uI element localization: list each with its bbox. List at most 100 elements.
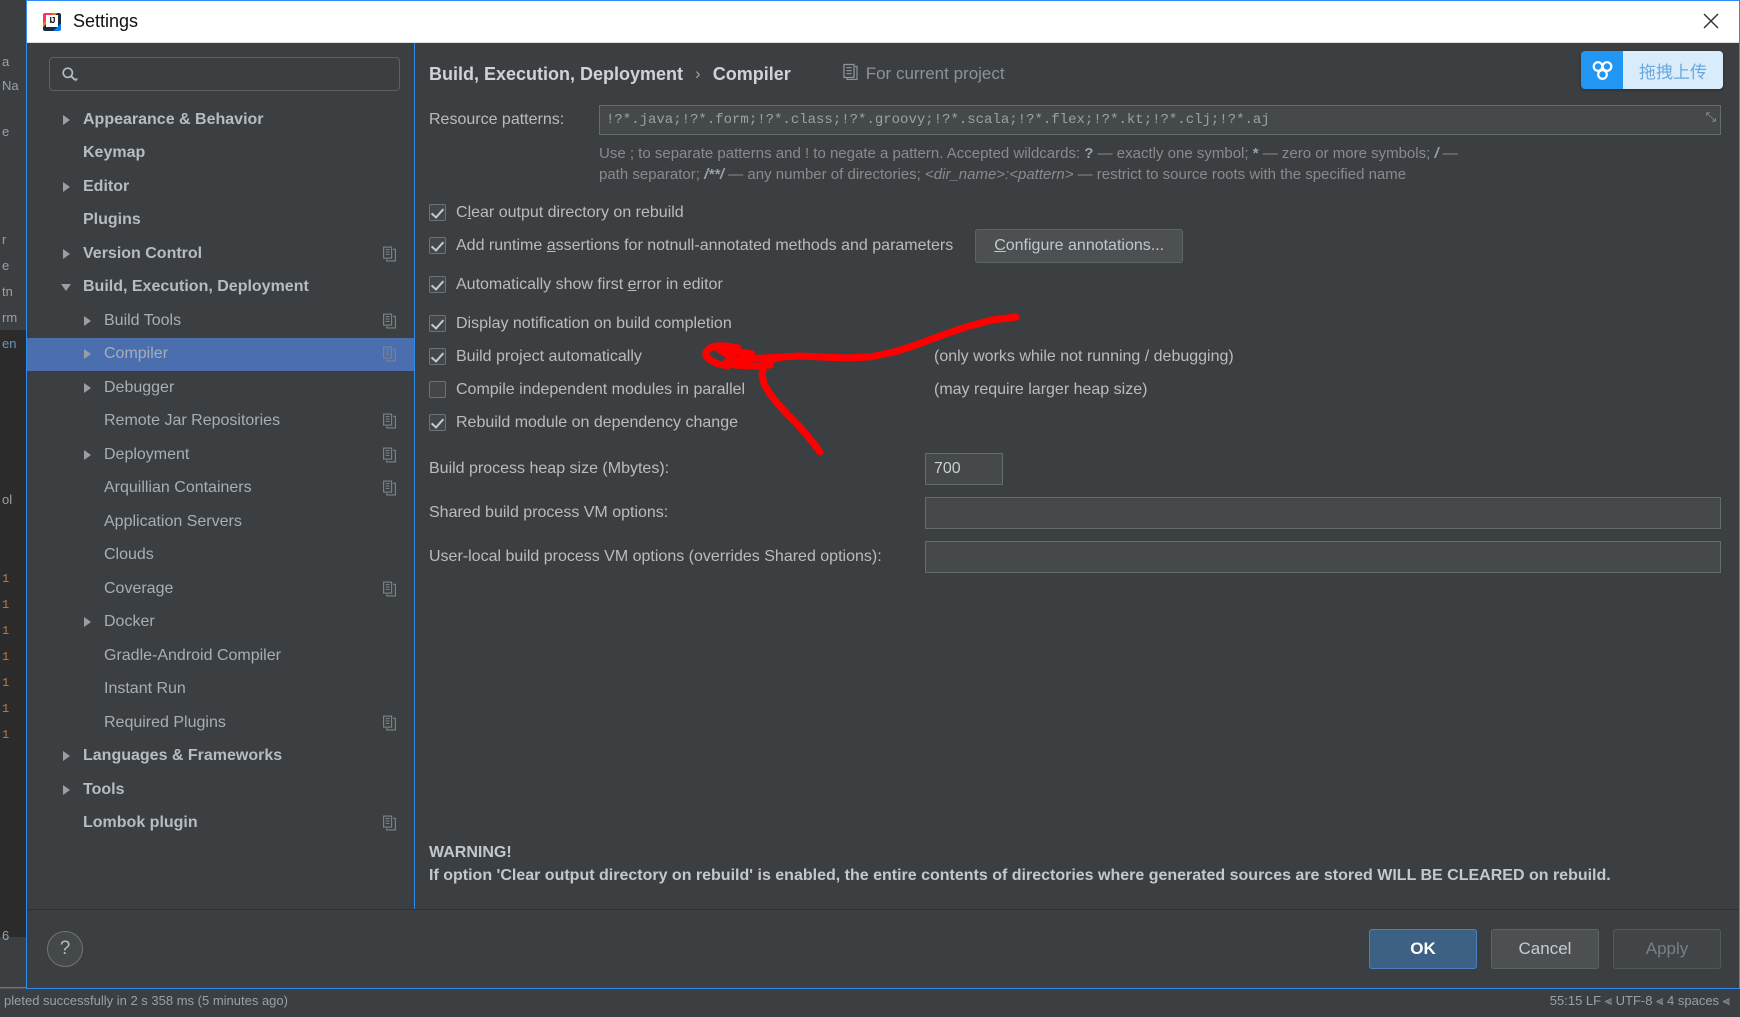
checkbox-compile-independent-modules-in-parallel[interactable] [429, 381, 446, 399]
checkbox-label[interactable]: Add runtime assertions for notnull-annot… [456, 237, 953, 255]
hint-text: Use ; to separate patterns and ! to nega… [599, 145, 1085, 162]
sidebar-item-keymap[interactable]: Keymap [27, 137, 414, 171]
checkbox-build-project-automatically[interactable] [429, 348, 446, 366]
sidebar-item-version-control[interactable]: Version Control [27, 237, 414, 271]
sidebar-item-gradle-android-compiler[interactable]: Gradle-Android Compiler [27, 639, 414, 673]
chevron-right-icon[interactable] [61, 180, 75, 194]
project-scope-label: For current project [843, 63, 1005, 85]
checkbox-rebuild-module-on-dependency-change[interactable] [429, 414, 446, 432]
chevron-right-icon[interactable] [82, 615, 96, 629]
configure-annotations-button[interactable]: Configure annotations... [975, 228, 1184, 263]
hint-text: — zero or more symbols; [1258, 145, 1435, 162]
checkbox-label[interactable]: Rebuild module on dependency change [456, 414, 738, 432]
backdrop-ghost-text: en [2, 336, 17, 351]
sidebar-item-remote-jar-repositories[interactable]: Remote Jar Repositories [27, 405, 414, 439]
sidebar-item-clouds[interactable]: Clouds [27, 539, 414, 573]
project-scope-icon [383, 346, 396, 362]
sidebar-item-lombok-plugin[interactable]: Lombok plugin [27, 807, 414, 841]
status-editor-info: 55:15 LF ⫷ UTF-8 ⫷ 4 spaces ⫷ [1549, 993, 1730, 1008]
sidebar-item-languages-frameworks[interactable]: Languages & Frameworks [27, 740, 414, 774]
compiler-options-checkbox-group: Clear output directory on rebuild Add run… [415, 198, 1739, 438]
search-box[interactable] [49, 57, 400, 91]
sidebar-item-tools[interactable]: Tools [27, 773, 414, 807]
sidebar-item-label: Appearance & Behavior [83, 110, 264, 128]
checkbox-label[interactable]: Build project automatically [456, 348, 642, 366]
help-button[interactable]: ? [47, 931, 83, 967]
chevron-right-icon[interactable] [82, 314, 96, 328]
ok-button[interactable]: OK [1369, 929, 1477, 969]
backdrop-ghost-text: ol [2, 492, 13, 507]
checkbox-label-pre: Compile independent modules in parallel [456, 380, 746, 398]
cancel-button[interactable]: Cancel [1491, 929, 1599, 969]
expand-icon[interactable]: ⤡ [1706, 110, 1716, 125]
search-input[interactable] [84, 65, 399, 83]
userlocal-vm-options-label: User-local build process VM options (ove… [429, 547, 882, 565]
checkbox-label-mnemonic: a [546, 236, 556, 254]
sidebar-item-instant-run[interactable]: Instant Run [27, 673, 414, 707]
sidebar-item-label: Instant Run [104, 680, 186, 698]
chevron-right-icon[interactable] [61, 247, 75, 261]
breadcrumb-parent[interactable]: Build, Execution, Deployment [429, 64, 683, 85]
sidebar-item-coverage[interactable]: Coverage [27, 572, 414, 606]
dialog-body: Appearance & Behavior Keymap Editor Plugins… [27, 43, 1739, 909]
project-scope-icon [383, 715, 396, 731]
checkbox-row-add-runtime-assertions-for-notnull-annotated-met: Add runtime assertions for notnull-annot… [429, 228, 1739, 263]
hint-text: — [1438, 145, 1458, 162]
checkbox-row-automatically-show-first-error-in-editor: Automatically show first error in editor [429, 270, 1739, 300]
checkbox-label[interactable]: Compile independent modules in parallel [456, 381, 745, 399]
heap-size-input[interactable]: 700 [925, 452, 1003, 485]
backdrop-ghost-code: 1 [2, 572, 10, 586]
sidebar-item-plugins[interactable]: Plugins [27, 204, 414, 238]
compiler-settings-form: Resource patterns: !?*.java;!?*.form;!?*… [415, 85, 1739, 573]
sidebar-item-required-plugins[interactable]: Required Plugins [27, 706, 414, 740]
checkbox-row-compile-independent-modules-in-parallel: Compile independent modules in parallel (… [429, 375, 1739, 405]
checkbox-label[interactable]: Automatically show first error in editor [456, 276, 723, 294]
sidebar-item-label: Editor [83, 177, 130, 195]
checkbox-automatically-show-first-error-in-editor[interactable] [429, 276, 446, 294]
sidebar-item-deployment[interactable]: Deployment [27, 438, 414, 472]
shared-vm-options-input[interactable] [925, 496, 1721, 529]
project-scope-icon [383, 581, 396, 597]
sidebar-item-label: Clouds [104, 546, 154, 564]
project-scope-icon [383, 815, 396, 831]
chevron-right-icon[interactable] [82, 381, 96, 395]
chevron-right-icon: › [695, 64, 701, 83]
apply-button[interactable]: Apply [1613, 929, 1721, 969]
checkbox-label[interactable]: Display notification on build completion [456, 315, 732, 333]
checkbox-display-notification-on-build-completion[interactable] [429, 315, 446, 333]
sidebar-item-build-tools[interactable]: Build Tools [27, 304, 414, 338]
drag-upload-badge[interactable]: 拖拽上传 [1581, 51, 1723, 89]
sidebar-item-build-execution-deployment[interactable]: Build, Execution, Deployment [27, 271, 414, 305]
sidebar-item-label: Docker [104, 613, 155, 631]
backdrop-ghost-code: 1 [2, 728, 10, 742]
chevron-right-icon[interactable] [61, 113, 75, 127]
chevron-down-icon[interactable] [61, 280, 75, 294]
settings-sidebar: Appearance & Behavior Keymap Editor Plugins… [27, 43, 415, 909]
sidebar-item-arquillian-containers[interactable]: Arquillian Containers [27, 472, 414, 506]
chevron-right-icon[interactable] [61, 749, 75, 763]
sidebar-item-appearance-behavior[interactable]: Appearance & Behavior [27, 103, 414, 137]
sidebar-item-application-servers[interactable]: Application Servers [27, 505, 414, 539]
userlocal-vm-options-row: User-local build process VM options (ove… [415, 540, 1739, 573]
sidebar-item-label: Application Servers [104, 512, 242, 530]
hint-text: path separator; [599, 166, 705, 184]
chevron-right-icon[interactable] [82, 347, 96, 361]
userlocal-vm-options-input[interactable] [925, 540, 1721, 573]
chevron-right-icon[interactable] [82, 448, 96, 462]
sidebar-item-editor[interactable]: Editor [27, 170, 414, 204]
warning-body: If option 'Clear output directory on reb… [429, 866, 1611, 884]
close-icon[interactable] [1683, 1, 1739, 41]
settings-tree[interactable]: Appearance & Behavior Keymap Editor Plugins… [27, 101, 414, 909]
resource-patterns-input[interactable]: !?*.java;!?*.form;!?*.class;!?*.groovy;!… [599, 105, 1721, 135]
button-label-rest: onfigure annotations... [1005, 236, 1165, 254]
sidebar-item-debugger[interactable]: Debugger [27, 371, 414, 405]
sidebar-item-compiler[interactable]: Compiler [27, 337, 414, 371]
checkbox-add-runtime-assertions-for-notnull-annotated-met[interactable] [429, 237, 446, 255]
sidebar-item-label: Keymap [83, 144, 146, 162]
sidebar-item-label: Languages & Frameworks [83, 747, 283, 765]
checkbox-label[interactable]: Clear output directory on rebuild [456, 204, 684, 222]
chevron-right-icon[interactable] [61, 783, 75, 797]
checkbox-label-mnemonic: e [627, 275, 637, 293]
sidebar-item-docker[interactable]: Docker [27, 606, 414, 640]
checkbox-clear-output-directory-on-rebuild[interactable] [429, 204, 446, 222]
